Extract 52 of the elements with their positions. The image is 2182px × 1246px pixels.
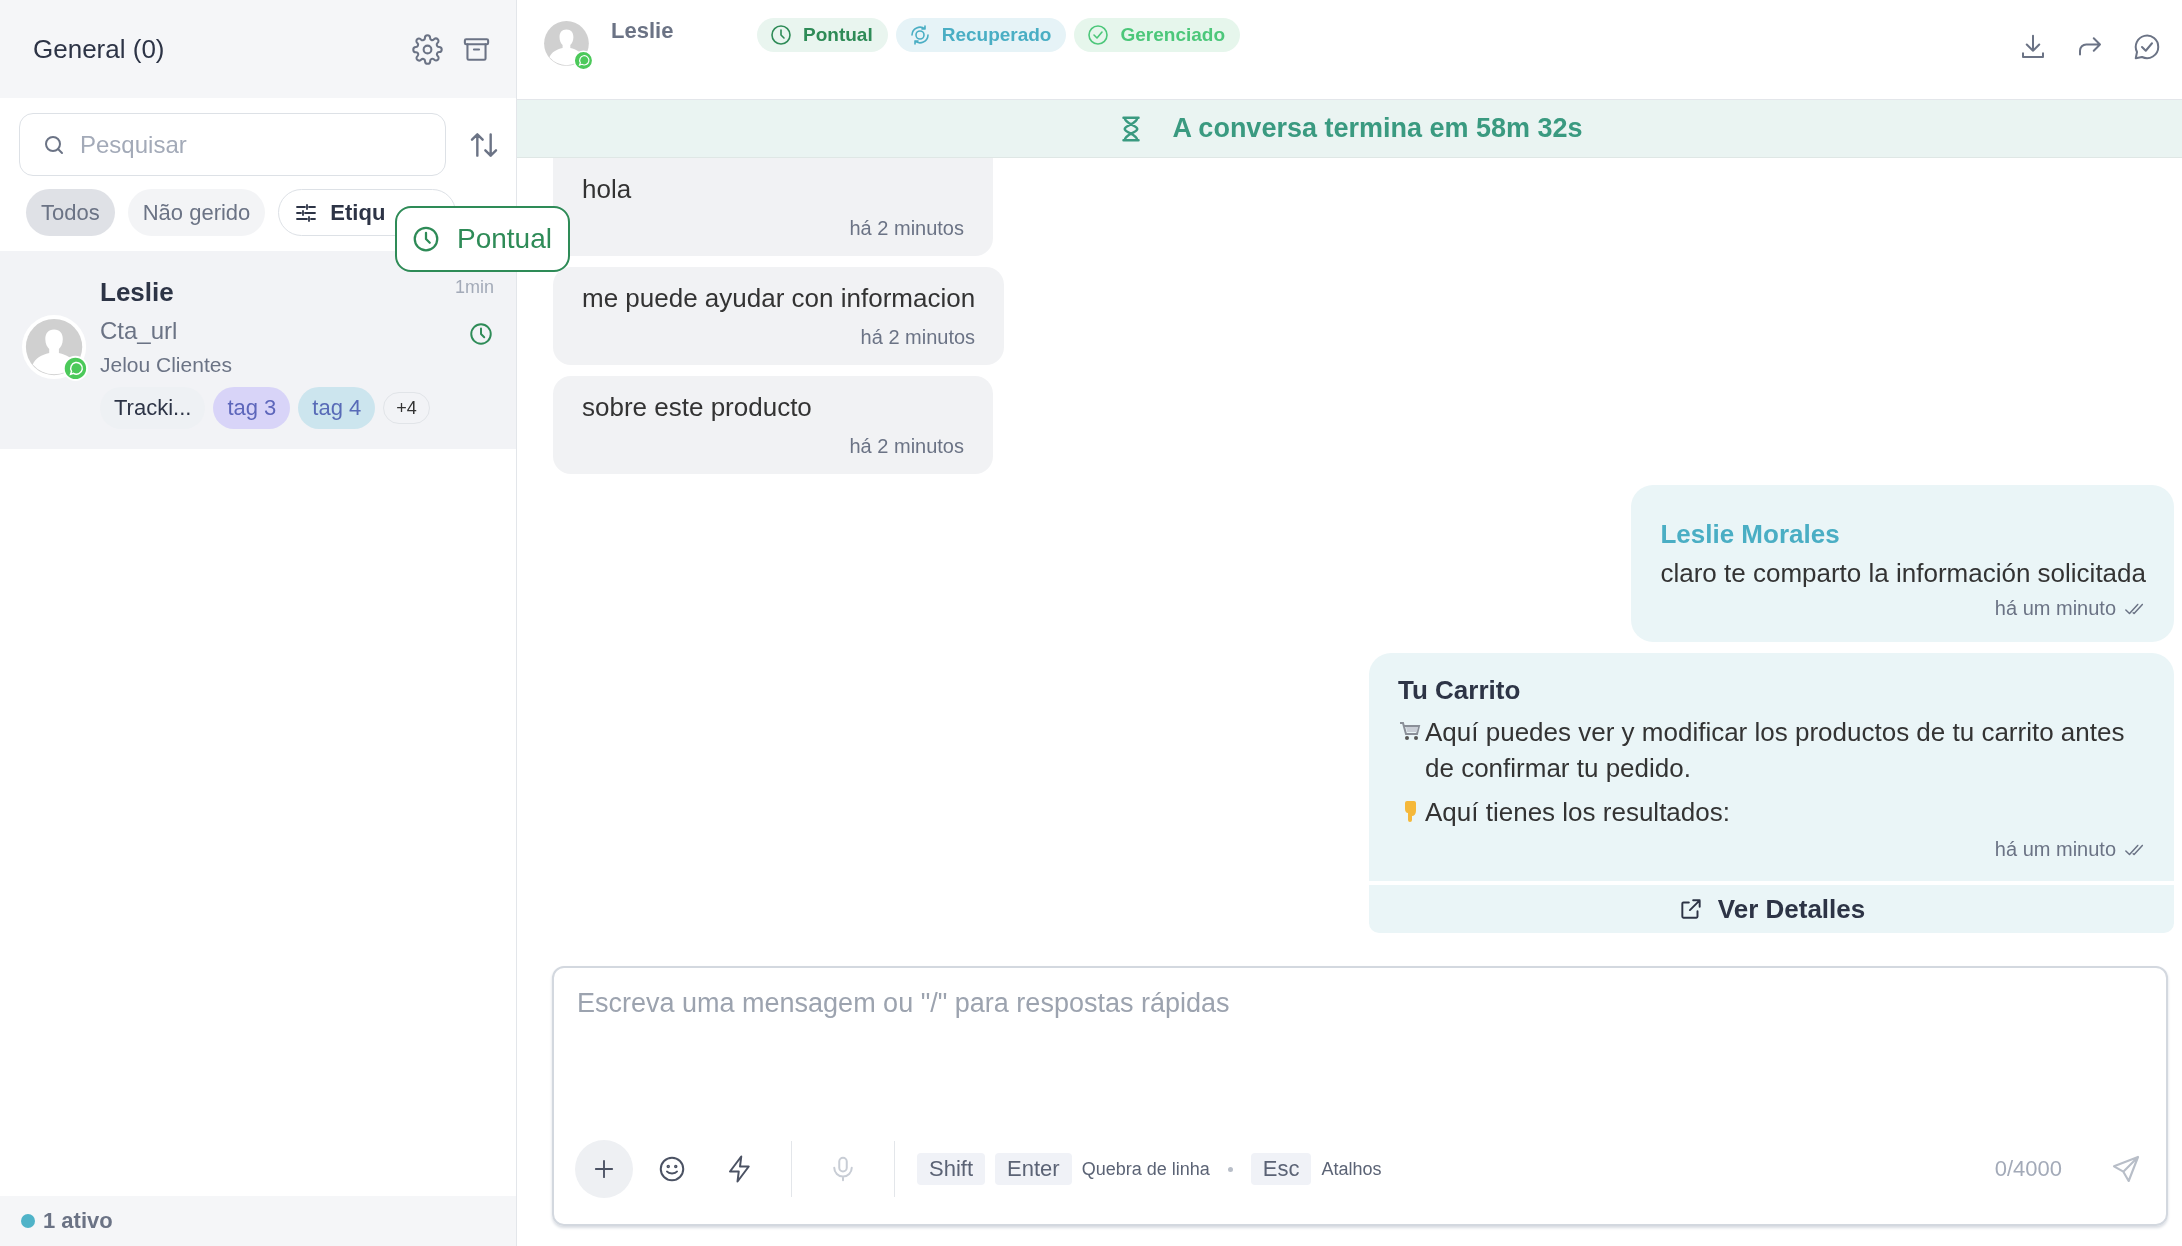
clock-icon xyxy=(468,321,494,347)
conversation-item[interactable]: Leslie Cta_url Jelou Clientes Tracki... tag 3 tag 4 +4 1min xyxy=(0,251,516,449)
contact-name: Leslie xyxy=(100,277,175,309)
inbox-name: Jelou Clientes xyxy=(100,353,233,378)
clock-icon xyxy=(769,23,793,47)
inbox-title: General (0) xyxy=(33,33,166,65)
conversation-time: 1min xyxy=(455,277,494,299)
search-input[interactable]: Pesquisar xyxy=(80,130,423,159)
card-title: Tu Carrito xyxy=(1398,675,1522,706)
search-field[interactable]: Pesquisar xyxy=(19,113,446,176)
timer-banner: A conversa termina em 58m 32s xyxy=(517,100,2182,158)
message-text: claro te comparto la información solicitada xyxy=(1660,558,2146,589)
filter-chip[interactable]: Não gerido xyxy=(127,189,266,236)
status-badge: Recuperado xyxy=(895,18,1067,52)
contact-name: Leslie xyxy=(611,18,675,44)
filter-chip[interactable]: Todos xyxy=(26,189,115,236)
check-circle-icon xyxy=(1086,23,1111,47)
message-text: sobre este producto xyxy=(582,392,813,423)
character-counter: 0/4000 xyxy=(1994,1156,2062,1182)
message-time: há 2 minutos xyxy=(849,217,964,240)
avatar-icon xyxy=(541,18,595,72)
chat-check-icon[interactable] xyxy=(2132,32,2162,62)
active-count: 1 ativo xyxy=(43,1208,113,1234)
message-text: hola xyxy=(582,174,633,205)
tag-chip: Tracki... xyxy=(100,387,206,429)
shortcut-label: Atalhos xyxy=(1321,1158,1382,1180)
message-time: há um minuto xyxy=(1994,597,2116,620)
message-time: há 2 minutos xyxy=(860,326,976,349)
message-composer[interactable]: Escreva uma mensagem ou "/" para respostas rápidas Shift Enter Quebra de linha Esc Atalhos 0/4000 xyxy=(552,966,2168,1226)
shortcut-label: Quebra de linha xyxy=(1081,1158,1210,1180)
sender-name: Leslie Morales xyxy=(1660,519,1841,550)
status-dot xyxy=(21,1214,35,1228)
clock-icon xyxy=(411,224,441,254)
message-text: Aquí puedes ver y modificar los productos de tu carrito antes de confirmar tu pedido. xyxy=(1425,716,2126,785)
keyboard-key: Enter xyxy=(995,1153,1072,1185)
status-badge: Gerenciado xyxy=(1074,18,1241,52)
smiley-icon xyxy=(657,1154,687,1184)
avatar-icon xyxy=(22,315,90,383)
conversation-subject: Cta_url xyxy=(100,317,179,346)
keyboard-key: Esc xyxy=(1250,1153,1312,1185)
status-badge: Pontual xyxy=(757,18,888,52)
message-text: me puede ayudar con informacion xyxy=(582,283,976,314)
keyboard-key: Shift xyxy=(917,1153,986,1185)
message-input[interactable]: Escreva uma mensagem ou "/" para respostas rápidas xyxy=(575,968,2142,1130)
message-text: Aquí tienes los resultados: xyxy=(1425,796,1730,829)
settings-icon[interactable] xyxy=(412,33,443,65)
tag-chip: tag 4 xyxy=(298,387,376,429)
details-button[interactable]: Ver Detalles xyxy=(1369,885,2174,933)
cart-icon xyxy=(1398,719,1422,743)
message-time: há 2 minutos xyxy=(849,435,964,458)
message-time: há um minuto xyxy=(1994,838,2116,861)
tag-chip: tag 3 xyxy=(213,387,291,429)
